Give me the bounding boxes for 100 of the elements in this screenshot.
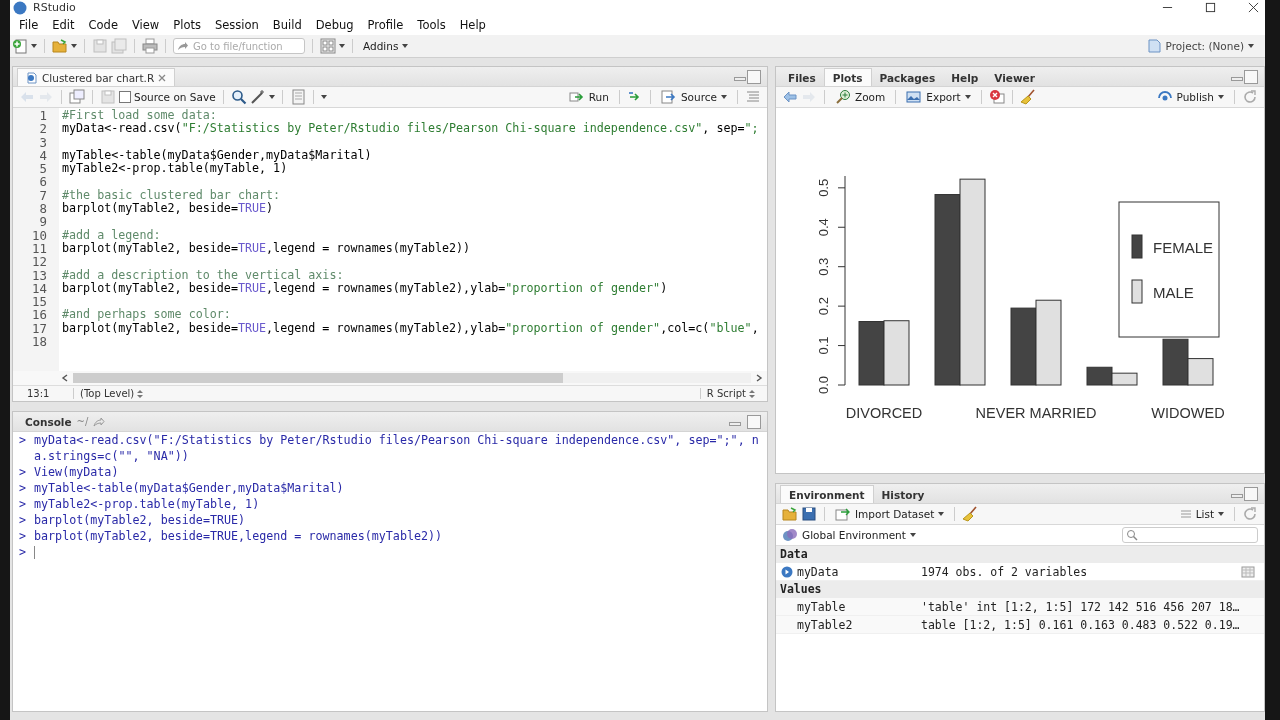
line-number: 6 (38, 175, 48, 189)
menu-item[interactable]: Plots (166, 18, 208, 32)
broom-icon[interactable] (962, 506, 979, 522)
view-mode-button[interactable]: List (1176, 507, 1227, 521)
menu-item[interactable]: Build (265, 18, 309, 32)
menu-item[interactable]: Tools (410, 18, 453, 32)
menu-item[interactable]: Debug (308, 18, 361, 32)
source-on-save-checkbox[interactable]: Source on Save (119, 91, 216, 103)
project-button[interactable]: Project: (None) (1142, 37, 1257, 55)
axis-label: 0.5 (816, 178, 831, 197)
import-dataset-button[interactable]: Import Dataset (832, 505, 948, 523)
menu-item[interactable]: Session (207, 18, 266, 32)
broom-icon[interactable] (1019, 89, 1036, 105)
code-line: #add a legend: (62, 227, 161, 242)
menu-item[interactable]: Edit (45, 18, 82, 32)
line-number: 17 (31, 321, 48, 336)
line-number: 13 (31, 268, 48, 282)
window-title: RStudio (33, 1, 76, 14)
cursor-position: 13:1 (27, 388, 51, 399)
bar (858, 321, 885, 386)
caret-icon (721, 95, 727, 99)
pane-tab[interactable]: Plots (823, 68, 872, 86)
caret-icon[interactable] (339, 44, 345, 48)
line-number: 3 (38, 135, 48, 149)
search-icon[interactable] (230, 89, 247, 105)
addins-button[interactable]: Addins (360, 39, 412, 53)
section-heading: Data (780, 547, 808, 561)
caret-icon[interactable] (268, 95, 275, 99)
save-icon[interactable] (801, 506, 817, 522)
source-button[interactable]: Source (657, 88, 730, 106)
search-field[interactable] (1122, 527, 1258, 543)
scrollbar-thumb[interactable] (73, 373, 563, 383)
legend-swatch (1131, 279, 1143, 304)
menu-item[interactable]: Help (452, 18, 493, 32)
legend-label: MALE (1153, 284, 1194, 301)
caret-icon (938, 512, 945, 516)
environment-selector[interactable]: Global Environment (779, 526, 919, 544)
console-line: myTable<-table(myData$Gender,myData$Marital) (34, 481, 344, 495)
caret-icon[interactable] (320, 95, 327, 99)
axis-label: WIDOWED (1151, 405, 1225, 421)
caret-icon[interactable] (31, 44, 37, 48)
axis-label: 0.1 (816, 336, 831, 355)
console-path: ~/ (76, 416, 89, 427)
scroll-right-icon[interactable] (755, 374, 763, 382)
caret-icon[interactable] (71, 44, 77, 48)
line-number: 11 (31, 241, 48, 256)
export-button[interactable]: Export (903, 88, 974, 106)
save-all-icon[interactable] (111, 38, 127, 54)
refresh-icon[interactable] (1242, 89, 1258, 105)
pane-tab[interactable]: Environment (780, 485, 874, 503)
table-icon[interactable] (1240, 563, 1256, 580)
menu-item[interactable]: Code (81, 18, 125, 32)
wand-icon[interactable] (249, 89, 266, 105)
pane-tab[interactable]: Files (780, 69, 824, 86)
code-line: #First load some data: (62, 108, 217, 122)
variable-value: 'table' int [1:2, 1:5] 172 142 516 456 207 18… (921, 599, 1241, 614)
code-line: barplot(myTable2, beside=TRUE,legend = rownames(myTable2)) (62, 240, 471, 255)
caret-icon (909, 533, 916, 537)
publish-button[interactable]: Publish (1153, 88, 1227, 106)
menu-item[interactable]: View (125, 18, 167, 32)
pane-tab[interactable]: History (873, 486, 933, 503)
console-line: View(myData) (34, 465, 119, 479)
remove-plot-icon[interactable] (988, 89, 1005, 105)
code-line: #and perhaps some color: (62, 307, 231, 322)
code-line: #add a description to the vertical axis: (62, 267, 344, 282)
zoom-button[interactable]: Zoom (832, 88, 889, 106)
scroll-left-icon[interactable] (61, 374, 69, 382)
caret-icon (1218, 95, 1224, 99)
app-logo-icon (13, 0, 27, 15)
scope-selector[interactable]: (Top Level) (73, 388, 150, 399)
open-folder-icon[interactable] (782, 506, 798, 522)
code-line: barplot(myTable2, beside=TRUE,legend = rownames(myTable2),ylab="proportion of gender",col=c("blue", (62, 320, 759, 335)
go-to-directory-icon[interactable] (93, 415, 106, 428)
back-arrow-icon[interactable] (782, 89, 798, 105)
window-icon[interactable] (69, 89, 85, 105)
menu-item[interactable]: Profile (360, 18, 411, 32)
print-icon[interactable] (142, 38, 158, 54)
file-type-selector[interactable]: R Script (699, 388, 761, 399)
menu-item[interactable]: File (12, 18, 46, 32)
line-number: 10 (31, 228, 48, 242)
file-tab[interactable]: Clustered bar chart.R (17, 68, 176, 86)
refresh-icon[interactable] (1242, 506, 1258, 522)
console-line: myData<-read.csv("F:/Statistics by Peter/Rstudio files/Pearson Chi-square independence.csv", sep=";", n (34, 433, 759, 447)
project-icon (1145, 38, 1162, 54)
maximize-icon[interactable] (1205, 2, 1216, 13)
console-prompt: > (19, 529, 28, 543)
text-cursor (34, 545, 35, 559)
variable-name: myTable (796, 599, 847, 614)
pane-tab[interactable]: Help (943, 69, 987, 86)
run-button[interactable]: Run (565, 88, 612, 106)
pane-tab[interactable]: Packages (871, 69, 944, 86)
bar (1086, 366, 1113, 386)
search-field[interactable]: Go to file/function (173, 38, 305, 54)
line-number: 2 (38, 122, 48, 136)
notebook-icon[interactable] (289, 89, 306, 105)
close-icon[interactable] (1248, 2, 1259, 13)
outline-icon[interactable] (745, 89, 761, 105)
pane-tab[interactable]: Viewer (986, 69, 1043, 86)
expand-icon[interactable] (781, 565, 793, 578)
search-icon (1126, 529, 1138, 541)
